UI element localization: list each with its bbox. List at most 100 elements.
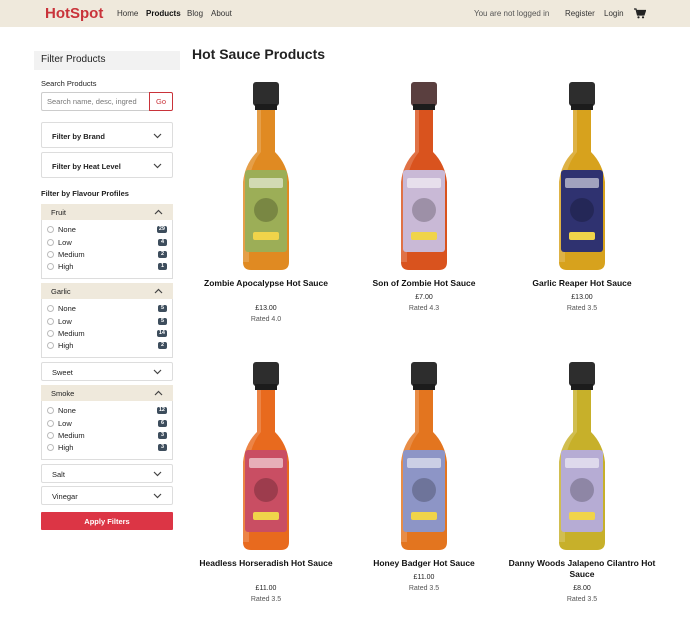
smoke-option-high[interactable]: High 3 [47, 443, 171, 453]
radio-button[interactable] [47, 239, 54, 246]
chevron-up-icon [154, 390, 163, 396]
brand-logo[interactable]: HotSpot [45, 5, 103, 22]
filter-by-heat-toggle[interactable]: Filter by Heat Level [41, 152, 173, 178]
sweet-accordion-header[interactable]: Sweet [41, 362, 173, 381]
product-name[interactable]: Zombie Apocalypse Hot Sauce [191, 278, 341, 289]
product-rating: Rated 3.5 [250, 596, 282, 603]
nav-products[interactable]: Products [146, 9, 181, 18]
product-price: £7.00 [415, 294, 433, 301]
search-products-label: Search Products [41, 79, 97, 88]
radio-button[interactable] [47, 407, 54, 414]
fruit-option-low[interactable]: Low 4 [47, 238, 171, 248]
radio-button[interactable] [47, 318, 54, 325]
garlic-option-none[interactable]: None 5 [47, 304, 171, 314]
shopping-cart-icon[interactable] [634, 8, 646, 19]
product-name[interactable]: Son of Zombie Hot Sauce [349, 278, 499, 289]
product-image[interactable] [507, 362, 657, 552]
product-price: £8.00 [573, 585, 591, 592]
salt-accordion-header[interactable]: Salt [41, 464, 173, 483]
product-name[interactable]: Headless Horseradish Hot Sauce [191, 558, 341, 569]
apply-filters-button[interactable]: Apply Filters [41, 512, 173, 530]
product-image[interactable] [191, 82, 341, 272]
garlic-option-low[interactable]: Low 5 [47, 317, 171, 327]
smoke-option-low[interactable]: Low 6 [47, 419, 171, 429]
product-rating: Rated 3.5 [566, 305, 598, 312]
chevron-down-icon [153, 163, 162, 169]
product-price: £11.00 [255, 585, 277, 592]
filter-products-title: Filter Products [34, 51, 180, 70]
radio-button[interactable] [47, 444, 54, 451]
count-badge: 2 [158, 342, 167, 349]
filter-by-brand-toggle[interactable]: Filter by Brand [41, 122, 173, 148]
salt-label: Salt [52, 470, 65, 479]
product-name[interactable]: Danny Woods Jalapeno Cilantro Hot Sauce [507, 558, 657, 580]
fruit-option-medium[interactable]: Medium 2 [47, 250, 171, 260]
product-price: £13.00 [571, 294, 593, 301]
garlic-option-high[interactable]: High 2 [47, 341, 171, 351]
flavour-profiles-title: Filter by Flavour Profiles [41, 189, 129, 198]
nav-blog[interactable]: Blog [187, 9, 203, 18]
chevron-up-icon [154, 288, 163, 294]
product-image[interactable] [191, 362, 341, 552]
radio-button[interactable] [47, 251, 54, 258]
fruit-options: None 29 Low 4 Medium 2 High 1 [41, 220, 173, 279]
count-badge: 2 [158, 251, 167, 258]
count-badge: 14 [156, 330, 167, 337]
product-image[interactable] [349, 82, 499, 272]
product-rating: Rated 3.5 [566, 596, 598, 603]
radio-button[interactable] [47, 226, 54, 233]
count-badge: 29 [156, 226, 167, 233]
product-image[interactable] [349, 362, 499, 552]
product-name[interactable]: Garlic Reaper Hot Sauce [507, 278, 657, 289]
product-rating: Rated 3.5 [408, 585, 440, 592]
chevron-down-icon [153, 369, 162, 375]
fruit-accordion-header[interactable]: Fruit [41, 204, 173, 220]
chevron-down-icon [153, 133, 162, 139]
vinegar-label: Vinegar [52, 492, 78, 501]
vinegar-accordion-header[interactable]: Vinegar [41, 486, 173, 505]
nav-home[interactable]: Home [117, 9, 138, 18]
count-badge: 12 [156, 407, 167, 414]
search-input[interactable] [41, 92, 149, 111]
chevron-down-icon [153, 471, 162, 477]
search-go-button[interactable]: Go [149, 92, 173, 111]
count-badge: 5 [158, 318, 167, 325]
smoke-option-none[interactable]: None 12 [47, 406, 171, 416]
nav-login[interactable]: Login [604, 9, 624, 18]
login-status: You are not logged in [474, 9, 550, 18]
smoke-label: Smoke [51, 389, 75, 398]
product-price: £11.00 [413, 574, 435, 581]
count-badge: 5 [158, 305, 167, 312]
smoke-accordion-header[interactable]: Smoke [41, 385, 173, 401]
top-navbar: HotSpot Home Products Blog About You are… [0, 0, 690, 27]
smoke-options: None 12 Low 6 Medium 3 High 3 [41, 401, 173, 460]
nav-register[interactable]: Register [565, 9, 595, 18]
product-rating: Rated 4.0 [250, 316, 282, 323]
radio-button[interactable] [47, 420, 54, 427]
count-badge: 4 [158, 239, 167, 246]
garlic-accordion-header[interactable]: Garlic [41, 283, 173, 299]
fruit-option-none[interactable]: None 29 [47, 225, 171, 235]
count-badge: 3 [158, 444, 167, 451]
sweet-label: Sweet [52, 368, 73, 377]
fruit-label: Fruit [51, 208, 66, 217]
product-rating: Rated 4.3 [408, 305, 440, 312]
radio-button[interactable] [47, 263, 54, 270]
garlic-label: Garlic [51, 287, 71, 296]
radio-button[interactable] [47, 432, 54, 439]
product-name[interactable]: Honey Badger Hot Sauce [349, 558, 499, 569]
page-title: Hot Sauce Products [192, 46, 326, 62]
radio-button[interactable] [47, 330, 54, 337]
smoke-option-medium[interactable]: Medium 3 [47, 431, 171, 441]
count-badge: 1 [158, 263, 167, 270]
radio-button[interactable] [47, 342, 54, 349]
garlic-option-medium[interactable]: Medium 14 [47, 329, 171, 339]
fruit-option-high[interactable]: High 1 [47, 262, 171, 272]
nav-about[interactable]: About [211, 9, 232, 18]
radio-button[interactable] [47, 305, 54, 312]
product-image[interactable] [507, 82, 657, 272]
count-badge: 6 [158, 420, 167, 427]
chevron-down-icon [153, 493, 162, 499]
chevron-up-icon [154, 209, 163, 215]
count-badge: 3 [158, 432, 167, 439]
